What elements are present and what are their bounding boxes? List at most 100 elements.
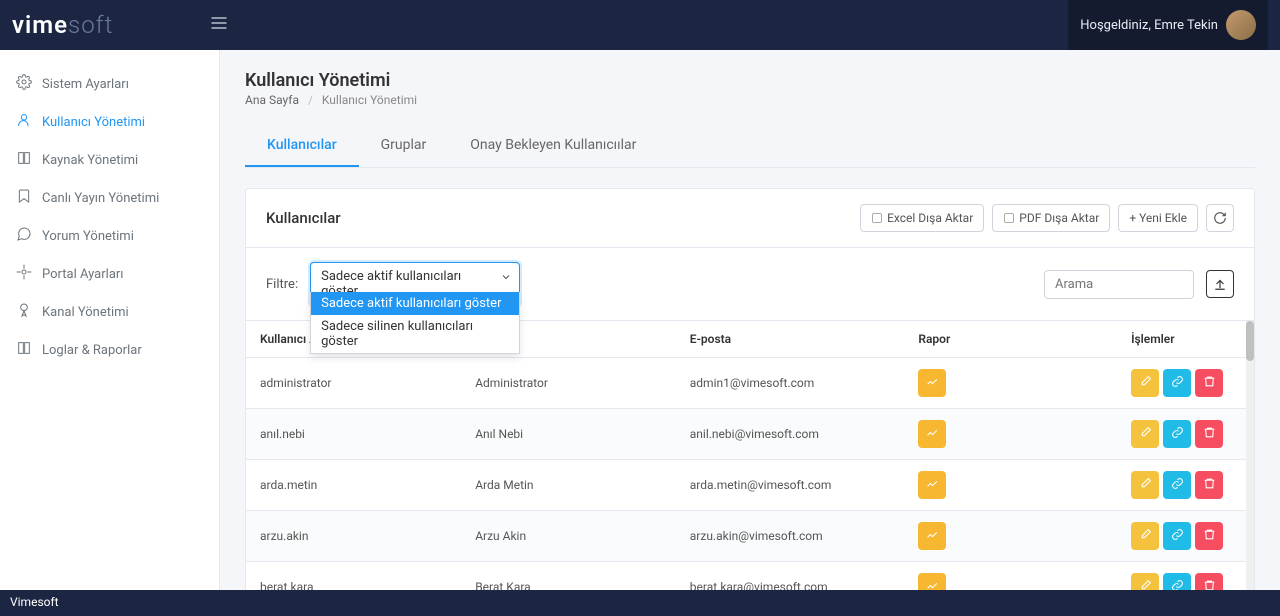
refresh-button[interactable] xyxy=(1206,204,1234,232)
trash-icon xyxy=(1203,375,1216,392)
tabs: KullanıcılarGruplarOnay Bekleyen Kullanı… xyxy=(245,125,1255,168)
tab-2[interactable]: Onay Bekleyen Kullanıcıılar xyxy=(448,125,658,167)
delete-button[interactable] xyxy=(1195,522,1223,550)
upload-icon xyxy=(1213,277,1227,291)
pencil-icon xyxy=(1139,579,1152,591)
report-button[interactable] xyxy=(918,522,946,550)
edit-button[interactable] xyxy=(1131,369,1159,397)
th-email[interactable]: E-posta xyxy=(676,321,905,358)
table-row: berat.karaBerat Karaberat.kara@vimesoft.… xyxy=(246,562,1254,591)
filter-select[interactable]: Sadece aktif kullanıcıları göster Sadece… xyxy=(310,262,520,306)
sidebar-item-6[interactable]: Kanal Yönetimi xyxy=(0,293,219,331)
user-icon xyxy=(16,112,32,132)
cell-report xyxy=(904,460,1117,511)
export-excel-button[interactable]: Excel Dışa Aktar xyxy=(860,204,984,232)
sidebar-item-label: Loglar & Raporlar xyxy=(42,343,142,358)
sidebar-item-label: Canlı Yayın Yönetimi xyxy=(42,191,159,206)
search-input[interactable] xyxy=(1044,270,1194,299)
sidebar-item-4[interactable]: Yorum Yönetimi xyxy=(0,217,219,255)
breadcrumb: Ana Sayfa / Kullanıcı Yönetimi xyxy=(245,93,1255,107)
filter-dropdown: Sadece aktif kullanıcıları göster Sadece… xyxy=(310,292,520,354)
delete-button[interactable] xyxy=(1195,369,1223,397)
book-icon xyxy=(16,150,32,170)
delete-button[interactable] xyxy=(1195,420,1223,448)
logo[interactable]: vimesoft xyxy=(12,11,113,39)
upload-button[interactable] xyxy=(1206,270,1234,298)
cell-email: arda.metin@vimesoft.com xyxy=(676,460,905,511)
cell-username: arzu.akin xyxy=(246,511,461,562)
report-button[interactable] xyxy=(918,420,946,448)
link-button[interactable] xyxy=(1163,420,1191,448)
gear-icon xyxy=(16,74,32,94)
filter-option-deleted[interactable]: Sadece silinen kullanıcıları göster xyxy=(311,315,519,353)
sidebar: Sistem AyarlarıKullanıcı Yönetimi Kaynak … xyxy=(0,50,220,590)
tab-0[interactable]: Kullanıcılar xyxy=(245,125,359,167)
delete-button[interactable] xyxy=(1195,471,1223,499)
cell-email: admin1@vimesoft.com xyxy=(676,358,905,409)
menu-toggle-button[interactable] xyxy=(203,7,235,43)
user-area[interactable]: Hoşgeldiniz, Emre Tekin xyxy=(1068,0,1268,50)
table-row: anıl.nebiAnıl Nebianil.nebi@vimesoft.com xyxy=(246,409,1254,460)
cell-username: anıl.nebi xyxy=(246,409,461,460)
delete-button[interactable] xyxy=(1195,573,1223,590)
sidebar-item-0[interactable]: Sistem Ayarları xyxy=(0,65,219,103)
chart-icon xyxy=(926,579,939,591)
add-new-button[interactable]: + Yeni Ekle xyxy=(1118,204,1198,232)
edit-button[interactable] xyxy=(1131,573,1159,590)
cell-report xyxy=(904,409,1117,460)
footer: Vimesoft xyxy=(0,590,1280,616)
trash-icon xyxy=(1203,477,1216,494)
sidebar-item-label: Kanal Yönetimi xyxy=(42,305,129,320)
users-table: Kullanıcı Adı İsim E-posta Rapor İşlemle… xyxy=(246,321,1254,590)
link-button[interactable] xyxy=(1163,522,1191,550)
breadcrumb-home[interactable]: Ana Sayfa xyxy=(245,93,299,107)
edit-button[interactable] xyxy=(1131,420,1159,448)
link-icon xyxy=(1171,477,1184,494)
export-pdf-button[interactable]: PDF Dışa Aktar xyxy=(992,204,1110,232)
badge-icon xyxy=(16,302,32,322)
link-icon xyxy=(1171,579,1184,591)
trash-icon xyxy=(1203,528,1216,545)
welcome-text: Hoşgeldiniz, Emre Tekin xyxy=(1080,18,1218,33)
th-actions[interactable]: İşlemler xyxy=(1117,321,1254,358)
sidebar-item-label: Kaynak Yönetimi xyxy=(42,153,138,168)
sidebar-item-2[interactable]: Kaynak Yönetimi xyxy=(0,141,219,179)
sidebar-item-7[interactable]: Loglar & Raporlar xyxy=(0,331,219,369)
chart-icon xyxy=(926,528,939,545)
trash-icon xyxy=(1203,579,1216,591)
cell-report xyxy=(904,358,1117,409)
cell-actions xyxy=(1117,562,1254,591)
edit-button[interactable] xyxy=(1131,471,1159,499)
report-button[interactable] xyxy=(918,471,946,499)
chart-icon xyxy=(926,375,939,392)
sidebar-item-1[interactable]: Kullanıcı Yönetimi xyxy=(0,103,219,141)
cell-actions xyxy=(1117,409,1254,460)
cell-username: berat.kara xyxy=(246,562,461,591)
bookmark-icon xyxy=(16,188,32,208)
avatar[interactable] xyxy=(1226,10,1256,40)
cell-email: anil.nebi@vimesoft.com xyxy=(676,409,905,460)
link-button[interactable] xyxy=(1163,471,1191,499)
sidebar-item-5[interactable]: Portal Ayarları xyxy=(0,255,219,293)
pencil-icon xyxy=(1139,528,1152,545)
page-title: Kullanıcı Yönetimi xyxy=(245,70,1255,91)
excel-icon xyxy=(871,212,883,224)
breadcrumb-current: Kullanıcı Yönetimi xyxy=(322,93,417,107)
table-row: arda.metinArda Metinarda.metin@vimesoft.… xyxy=(246,460,1254,511)
cell-name: Administrator xyxy=(461,358,676,409)
report-button[interactable] xyxy=(918,369,946,397)
pdf-icon xyxy=(1003,212,1015,224)
vertical-scrollbar[interactable] xyxy=(1246,321,1254,590)
link-button[interactable] xyxy=(1163,369,1191,397)
cell-username: administrator xyxy=(246,358,461,409)
edit-button[interactable] xyxy=(1131,522,1159,550)
tab-1[interactable]: Gruplar xyxy=(359,125,449,167)
link-button[interactable] xyxy=(1163,573,1191,590)
report-button[interactable] xyxy=(918,573,946,590)
table-container: Kullanıcı Adı İsim E-posta Rapor İşlemle… xyxy=(246,321,1254,590)
sidebar-item-3[interactable]: Canlı Yayın Yönetimi xyxy=(0,179,219,217)
filter-bar: Filtre: Sadece aktif kullanıcıları göste… xyxy=(246,248,1254,321)
th-report[interactable]: Rapor xyxy=(904,321,1117,358)
filter-option-active[interactable]: Sadece aktif kullanıcıları göster xyxy=(311,292,519,315)
link-icon xyxy=(1171,426,1184,443)
